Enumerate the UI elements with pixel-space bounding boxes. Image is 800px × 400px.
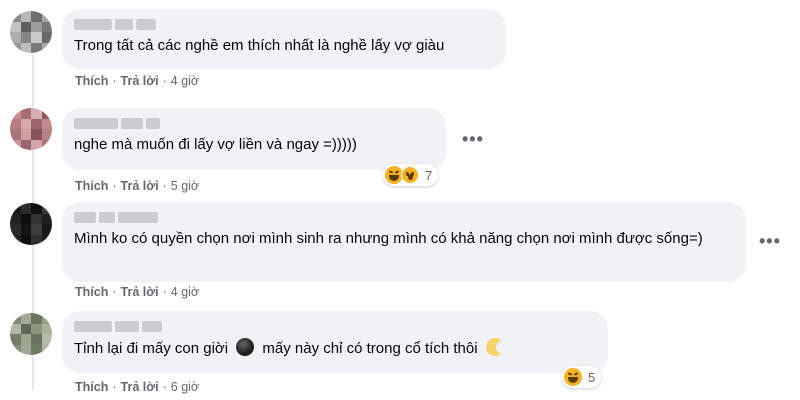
timestamp[interactable]: 5 giờ (171, 179, 199, 193)
like-button[interactable]: Thích (75, 74, 108, 88)
comment-bubble: Tỉnh lại đi mấy con giời mấy này chỉ có … (62, 311, 608, 373)
reaction-count: 7 (425, 167, 433, 183)
reply-button[interactable]: Trả lời (121, 380, 159, 394)
comment-text: nghe mà muốn đi lấy vợ liền và ngay =)))… (74, 136, 357, 153)
comment-text: Mình ko có quyền chọn nơi mình sinh ra n… (74, 230, 703, 247)
comment-text-part-1: Tỉnh lại đi mấy con giời (74, 340, 229, 357)
avatar[interactable] (10, 203, 52, 245)
reply-button[interactable]: Trả lời (121, 74, 159, 88)
timestamp[interactable]: 4 giờ (171, 74, 199, 88)
reply-button[interactable]: Trả lời (121, 179, 159, 193)
comment-actions: Thích · Trả lời · 5 giờ (75, 179, 199, 193)
reaction-count: 5 (588, 369, 596, 385)
more-options-button[interactable]: ••• (462, 130, 484, 148)
avatar[interactable] (10, 11, 52, 53)
separator: · (112, 179, 117, 193)
comment-text: Trong tất cả các nghề em thích nhất là n… (74, 37, 445, 54)
comment-text: Tỉnh lại đi mấy con giời mấy này chỉ có … (74, 338, 596, 359)
comment-bubble: Trong tất cả các nghề em thích nhất là n… (62, 9, 506, 69)
separator: · (162, 74, 167, 88)
separator: · (112, 380, 117, 394)
reaction-badge[interactable]: 7 (383, 164, 439, 186)
timestamp[interactable]: 4 giờ (171, 285, 199, 299)
like-button[interactable]: Thích (75, 179, 108, 193)
comment-actions: Thích · Trả lời · 4 giờ (75, 285, 199, 299)
separator: · (162, 179, 167, 193)
dark-face-emoji-icon (236, 338, 255, 356)
author-name-blurred[interactable] (74, 17, 494, 31)
haha-icon (564, 368, 582, 386)
author-name-blurred[interactable] (74, 210, 734, 224)
separator: · (112, 285, 117, 299)
reaction-badge[interactable]: 5 (562, 366, 602, 388)
reply-button[interactable]: Trả lời (121, 285, 159, 299)
more-options-button[interactable]: ••• (759, 232, 781, 250)
like-button[interactable]: Thích (75, 285, 108, 299)
comment-text-part-2: mấy này chỉ có trong cổ tích thôi (262, 340, 478, 357)
comment-bubble: Mình ko có quyền chọn nơi mình sinh ra n… (62, 202, 746, 282)
author-name-blurred[interactable] (74, 116, 434, 130)
author-name-blurred[interactable] (74, 319, 596, 333)
avatar[interactable] (10, 108, 52, 150)
comment-actions: Thích · Trả lời · 6 giờ (75, 380, 199, 394)
moon-face-emoji-icon (485, 338, 506, 356)
like-button[interactable]: Thích (75, 380, 108, 394)
separator: · (162, 380, 167, 394)
comment-bubble: nghe mà muốn đi lấy vợ liền và ngay =)))… (62, 108, 446, 170)
wow-icon (401, 166, 419, 184)
comment-actions: Thích · Trả lời · 4 giờ (75, 74, 199, 88)
separator: · (162, 285, 167, 299)
avatar[interactable] (10, 313, 52, 355)
separator: · (112, 74, 117, 88)
timestamp[interactable]: 6 giờ (171, 380, 199, 394)
